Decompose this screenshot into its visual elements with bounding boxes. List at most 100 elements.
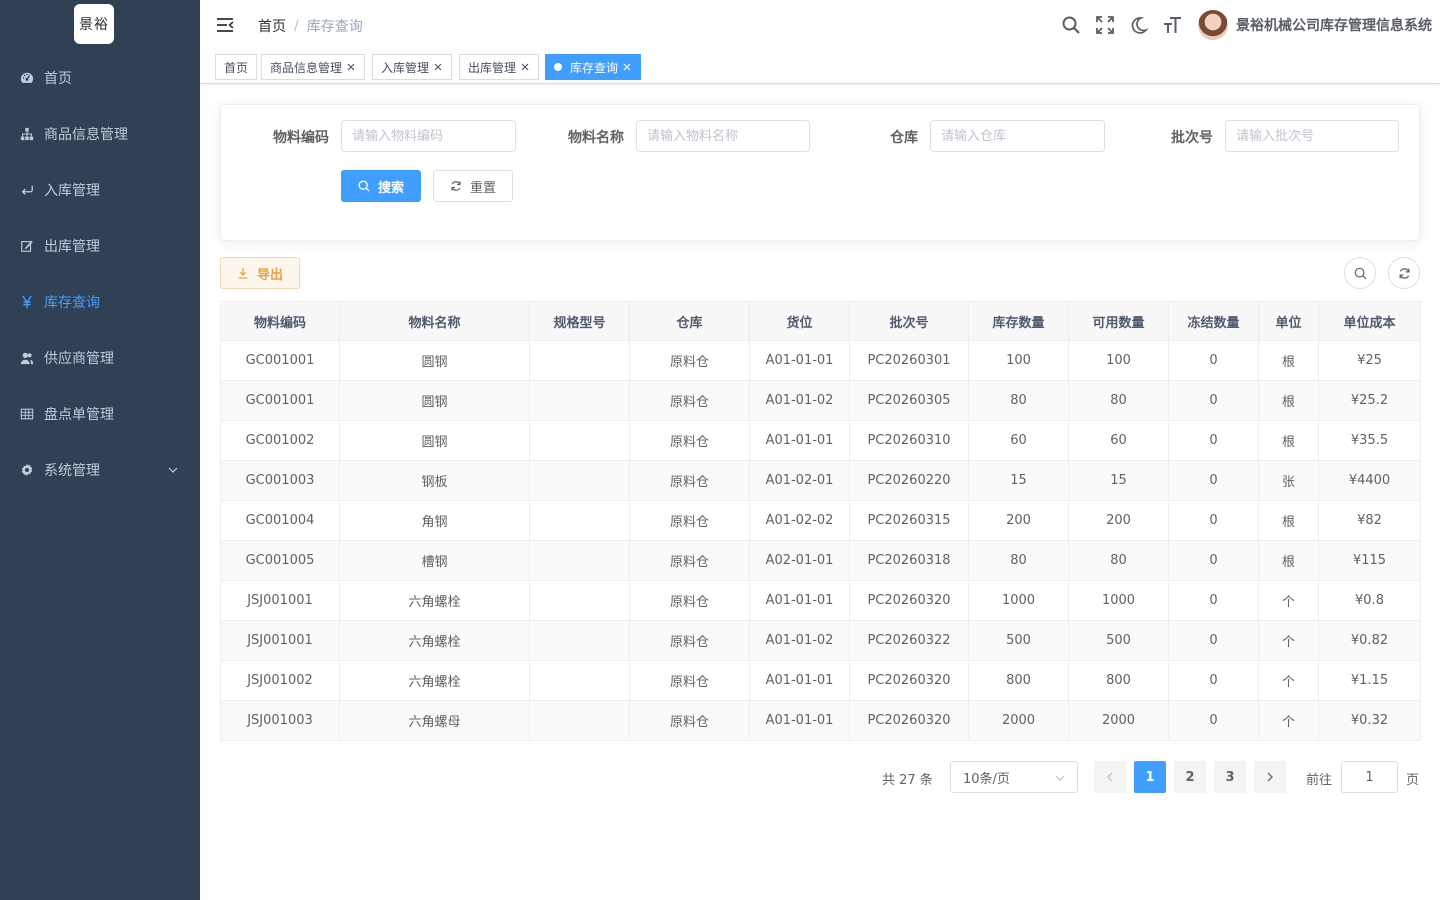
table-cell: [529, 660, 630, 701]
table-cell: A01-02-01: [749, 460, 850, 501]
table-row[interactable]: JSJ001001 六角螺栓 原料仓 A01-01-02 PC20260322 500 50…: [220, 620, 1421, 661]
table-cell: 0: [1168, 700, 1259, 741]
refresh-button[interactable]: [1388, 257, 1420, 289]
table-row[interactable]: GC001003 钢板 原料仓 A01-02-01 PC20260220 15 15 0 张 ¥4…: [220, 460, 1421, 501]
page-button[interactable]: 2: [1174, 761, 1206, 793]
table-cell: 张: [1258, 460, 1319, 501]
table-cell: A01-01-02: [749, 380, 850, 421]
material-code-input[interactable]: [341, 120, 516, 152]
sidebar-item-supplier[interactable]: 供应商管理: [0, 330, 200, 386]
table-cell: ¥82: [1318, 500, 1421, 541]
table-cell: A01-01-01: [749, 700, 850, 741]
sidebar-item-label: 入库管理: [44, 183, 100, 199]
sidebar-item-home[interactable]: 首页: [0, 50, 200, 106]
table-row[interactable]: JSJ001001 六角螺栓 原料仓 A01-01-01 PC20260320 1000 1…: [220, 580, 1421, 621]
table-cell: 0: [1168, 620, 1259, 661]
table-cell: GC001001: [220, 380, 340, 421]
table-cell: [529, 500, 630, 541]
breadcrumb: 首页 / 库存查询: [258, 16, 363, 36]
table-cell: [529, 620, 630, 661]
table-row[interactable]: JSJ001002 六角螺栓 原料仓 A01-01-01 PC20260320 800 80…: [220, 660, 1421, 701]
table-row[interactable]: GC001001 圆钢 原料仓 A01-01-02 PC20260305 80 80 0 根 ¥2…: [220, 380, 1421, 421]
table-cell: PC20260320: [849, 580, 969, 621]
table-cell: 钢板: [339, 460, 530, 501]
table-cell: [529, 540, 630, 581]
page-size-select[interactable]: 10条/页: [950, 761, 1078, 793]
moon-icon[interactable]: [1128, 14, 1150, 36]
column-header: 批次号: [849, 301, 969, 341]
sidebar-item-system[interactable]: 系统管理: [0, 442, 200, 498]
export-button[interactable]: 导出: [220, 257, 300, 289]
sidebar-item-label: 首页: [44, 71, 72, 87]
system-name[interactable]: 景裕机械公司库存管理信息系统: [1236, 15, 1432, 35]
table-cell: [529, 380, 630, 421]
close-icon[interactable]: [622, 62, 632, 72]
sidebar-item-product[interactable]: 商品信息管理: [0, 106, 200, 162]
sidebar-item-inbound[interactable]: 入库管理: [0, 162, 200, 218]
table-cell: 80: [968, 540, 1069, 581]
tag-outbound[interactable]: 出库管理: [459, 54, 540, 80]
table-row[interactable]: GC001004 角钢 原料仓 A01-02-02 PC20260315 200 200 0 根…: [220, 500, 1421, 541]
batch-no-input[interactable]: [1225, 120, 1399, 152]
table-cell: 根: [1258, 380, 1319, 421]
table-cell: JSJ001001: [220, 620, 340, 661]
table-icon: [20, 407, 34, 421]
page-size-value: 10条/页: [963, 771, 1010, 787]
tag-inventory-query[interactable]: 库存查询: [545, 54, 642, 80]
font-size-icon[interactable]: [1162, 14, 1184, 36]
search-button[interactable]: 搜索: [341, 170, 421, 202]
tag-label: 商品信息管理: [270, 60, 343, 75]
table-cell: A01-01-02: [749, 620, 850, 661]
warehouse-input[interactable]: [930, 120, 1105, 152]
search-icon: [1354, 267, 1366, 279]
table-cell: PC20260322: [849, 620, 969, 661]
table-cell: 1000: [1068, 580, 1169, 621]
hamburger-icon[interactable]: [216, 16, 234, 34]
table-cell: JSJ001001: [220, 580, 340, 621]
close-icon[interactable]: [520, 62, 530, 72]
refresh-icon: [1399, 267, 1409, 279]
tag-product[interactable]: 商品信息管理: [261, 54, 366, 80]
table-row[interactable]: GC001001 圆钢 原料仓 A01-01-01 PC20260301 100 100 0 根…: [220, 340, 1421, 381]
toggle-search-button[interactable]: [1344, 257, 1376, 289]
fullscreen-icon[interactable]: [1094, 14, 1116, 36]
warehouse-label: 仓库: [890, 130, 918, 146]
table-cell: A01-01-01: [749, 580, 850, 621]
table-row[interactable]: JSJ001003 六角螺母 原料仓 A01-01-01 PC20260320 2000 2…: [220, 700, 1421, 741]
reset-button[interactable]: 重置: [433, 170, 513, 202]
table-row[interactable]: GC001005 槽钢 原料仓 A02-01-01 PC20260318 80 80 0 根 ¥1…: [220, 540, 1421, 581]
table-cell: GC001001: [220, 340, 340, 381]
sidebar-item-inventory-query[interactable]: 库存查询: [0, 274, 200, 330]
tag-inbound[interactable]: 入库管理: [372, 54, 453, 80]
page-button[interactable]: 3: [1214, 761, 1246, 793]
enter-icon: [20, 183, 34, 197]
table-cell: 15: [1068, 460, 1169, 501]
table-cell: A01-01-01: [749, 340, 850, 381]
table-cell: 原料仓: [629, 500, 750, 541]
goto-page-input[interactable]: [1341, 761, 1398, 793]
sidebar-item-outbound[interactable]: 出库管理: [0, 218, 200, 274]
search-icon[interactable]: [1060, 14, 1082, 36]
close-icon[interactable]: [433, 62, 443, 72]
table-cell: 六角螺栓: [339, 580, 530, 621]
tag-home[interactable]: 首页: [215, 54, 258, 80]
table-cell: GC001003: [220, 460, 340, 501]
breadcrumb-home[interactable]: 首页: [258, 16, 286, 36]
table-row[interactable]: GC001002 圆钢 原料仓 A01-01-01 PC20260310 60 60 0 根 ¥3…: [220, 420, 1421, 461]
logo[interactable]: 景裕: [74, 4, 114, 44]
prev-page-button[interactable]: [1094, 761, 1126, 793]
table-cell: 个: [1258, 620, 1319, 661]
material-name-input[interactable]: [636, 120, 810, 152]
table-cell: 槽钢: [339, 540, 530, 581]
table-cell: PC20260320: [849, 660, 969, 701]
avatar[interactable]: [1198, 10, 1228, 40]
sidebar-item-stocktake[interactable]: 盘点单管理: [0, 386, 200, 442]
peoples-icon: [20, 351, 34, 365]
table-cell: 原料仓: [629, 460, 750, 501]
page-button[interactable]: 1: [1134, 761, 1166, 793]
next-page-button[interactable]: [1254, 761, 1286, 793]
column-header: 冻结数量: [1168, 301, 1259, 341]
close-icon[interactable]: [346, 62, 356, 72]
table-cell: PC20260318: [849, 540, 969, 581]
active-dot: [554, 63, 562, 71]
